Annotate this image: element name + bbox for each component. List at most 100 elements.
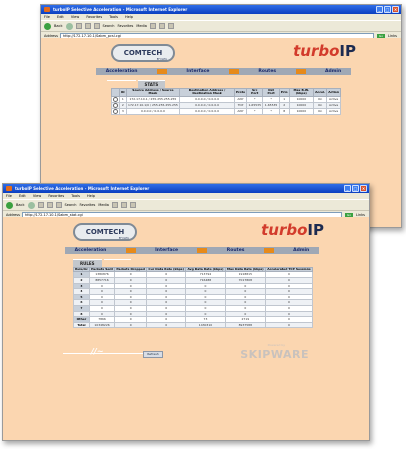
refresh-icon[interactable] (46, 202, 53, 208)
nav-admin[interactable]: Admin (325, 69, 341, 74)
menu-help[interactable]: Help (87, 194, 95, 198)
menu-edit[interactable]: Edit (19, 194, 26, 198)
table-row[interactable]: 3 0.0.0.0 / 0.0.0.0 0.0.0.0 / 0.0.0.0 AN… (111, 107, 341, 116)
tab-rules[interactable]: RULES (107, 80, 136, 88)
sub-tabs: RULES STATS (73, 259, 132, 267)
media-button[interactable]: Media (136, 24, 147, 28)
home-icon[interactable] (55, 202, 62, 208)
maximize-icon[interactable]: □ (352, 185, 359, 192)
menu-help[interactable]: Help (125, 15, 133, 19)
menu-view[interactable]: View (71, 15, 79, 19)
menu-file[interactable]: File (44, 15, 50, 19)
forward-icon[interactable] (65, 22, 73, 30)
browser-toolbar: Back Search Favorites Media (3, 199, 369, 210)
tab-rules[interactable]: RULES (73, 259, 102, 267)
skipware-tagline: Powered by (267, 343, 285, 347)
forward-icon[interactable] (27, 201, 35, 209)
nav-routes[interactable]: Routes (258, 69, 276, 74)
window-title: turboIP Selective Acceleration - Microso… (53, 7, 188, 12)
refresh-icon[interactable] (84, 23, 91, 29)
mouse-cursor-icon: ⇱ (91, 439, 98, 440)
close-icon[interactable]: × (360, 185, 367, 192)
comtech-logo: COMTECH EF DATA (73, 223, 137, 241)
search-button[interactable]: Search (65, 203, 77, 207)
nav-separator (263, 248, 274, 253)
home-icon[interactable] (93, 23, 100, 29)
favorites-button[interactable]: Favorites (80, 203, 96, 207)
window-title: turboIP Selective Acceleration - Microso… (15, 186, 150, 191)
cell-source: 0.0.0.0 / 0.0.0.0 (125, 107, 181, 116)
menu-view[interactable]: View (33, 194, 41, 198)
title-bar: turboIP Selective Acceleration - Microso… (41, 5, 401, 14)
history-icon[interactable] (111, 202, 118, 208)
col-dst-port: Dst Port (262, 88, 280, 97)
col-cur-rate: Cur Data Rate (kbps) (146, 266, 187, 273)
table-header: ID Source Address / Source Mask Destinat… (111, 88, 341, 97)
cell-src-port: * (246, 107, 264, 116)
mail-icon[interactable] (120, 202, 127, 208)
minimize-icon[interactable]: _ (344, 185, 351, 192)
back-icon[interactable] (44, 22, 51, 30)
col-prio: Prio (278, 88, 290, 97)
cell-source: 172.17.10.1 / 255.255.255.255 (125, 95, 181, 103)
history-icon[interactable] (149, 23, 156, 29)
close-icon[interactable]: × (392, 6, 399, 13)
sub-tabs: RULES STATS (107, 80, 166, 88)
header-logos: COMTECH EF DATA turboIP (41, 38, 401, 64)
minimize-icon[interactable]: _ (376, 6, 383, 13)
menu-favorites[interactable]: Favorites (48, 194, 64, 198)
row-radio[interactable] (113, 109, 118, 114)
tab-stats[interactable]: STATS (137, 80, 166, 88)
title-bar: turboIP Selective Acceleration - Microso… (3, 184, 369, 193)
print-icon[interactable] (167, 23, 174, 29)
mail-icon[interactable] (158, 23, 165, 29)
row-radio[interactable] (113, 96, 118, 102)
tab-stats[interactable]: STATS (103, 259, 132, 267)
turboip-logo: turboIP (261, 221, 324, 239)
nav-admin[interactable]: Admin (293, 248, 309, 253)
media-button[interactable]: Media (98, 203, 109, 207)
nav-acceleration[interactable]: Acceleration (106, 69, 138, 74)
print-icon[interactable] (129, 202, 136, 208)
col-packets-dropped: Packets Dropped (114, 266, 148, 273)
cell-proto: ANY (233, 107, 248, 116)
col-action: Action (326, 88, 341, 97)
back-label[interactable]: Back (16, 203, 25, 207)
menu-edit[interactable]: Edit (57, 15, 64, 19)
stop-icon[interactable] (37, 202, 44, 208)
nav-routes[interactable]: Routes (227, 248, 245, 253)
menu-tools[interactable]: Tools (109, 15, 118, 19)
cell-id: 3 (119, 107, 127, 116)
stop-icon[interactable] (75, 23, 82, 29)
back-icon[interactable] (6, 201, 13, 209)
nav-acceleration[interactable]: Acceleration (75, 248, 107, 253)
nav-separator (295, 69, 306, 74)
search-button[interactable]: Search (103, 24, 115, 28)
menu-file[interactable]: File (6, 194, 12, 198)
nav-interface[interactable]: Interface (186, 69, 209, 74)
col-rule: Rule/Ac (73, 266, 90, 273)
cell-dst-port: * (262, 107, 280, 116)
browser-window-stats: turboIP Selective Acceleration - Microso… (2, 183, 370, 441)
row-radio[interactable] (113, 102, 118, 108)
col-id: ID (119, 88, 127, 97)
ie-icon (44, 7, 50, 12)
nav-separator (125, 248, 136, 253)
browser-toolbar: Back Search Favorites Media (41, 20, 401, 31)
refresh-button[interactable]: Refresh (143, 351, 163, 358)
cell-destination: 0.0.0.0 / 0.0.0.0 (179, 107, 235, 116)
col-avg-rate: Avg Data Rate (kbps) (185, 266, 226, 273)
favorites-button[interactable]: Favorites (118, 24, 134, 28)
col-proto: Proto (233, 88, 248, 97)
rules-table: ID Source Address / Source Mask Destinat… (111, 88, 341, 116)
menu-tools[interactable]: Tools (71, 194, 80, 198)
menu-favorites[interactable]: Favorites (86, 15, 102, 19)
maximize-icon[interactable]: □ (384, 6, 391, 13)
cell-src-port: 1-65535 (246, 101, 264, 110)
main-nav: Acceleration Interface Routes Admin (65, 247, 319, 254)
cell-source: 172.17.10.1/0 / 255.255.255.255 (125, 101, 181, 110)
cell-accel: On (313, 107, 328, 116)
back-label[interactable]: Back (54, 24, 63, 28)
nav-interface[interactable]: Interface (155, 248, 178, 253)
main-nav: Acceleration Interface Routes Admin (96, 68, 351, 75)
